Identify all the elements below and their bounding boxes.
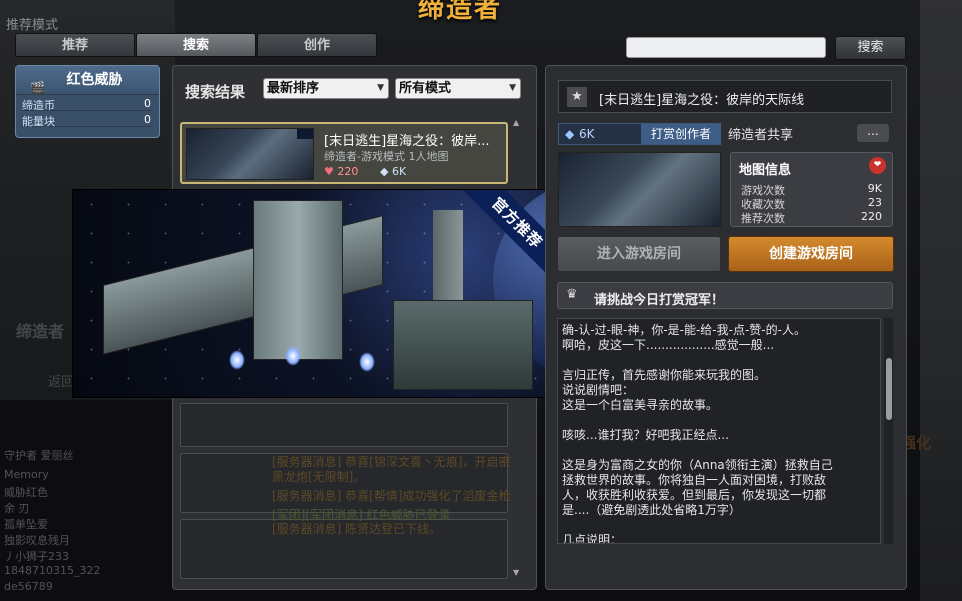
info-value: 220 [861,210,882,223]
resource-card-title: 红色威胁 [66,72,123,88]
preview-thruster [229,350,245,370]
result-likes-value: 220 [337,165,359,178]
map-description: 确-认-过-眼-神，你-是-能-给-我-点-赞-的-人。 啊哈，皮这一下....… [557,318,881,544]
result-tips: ◆ 6K [380,165,406,178]
preview-structure [253,200,343,360]
window-title: 缔造者 [417,0,502,24]
chat-line: [服务器消息] 陈贤达登已下线。 [272,522,442,536]
official-flag-icon [297,129,313,139]
more-button[interactable]: ... [857,124,889,142]
result-thumbnail [186,128,314,180]
map-info-title: 地图信息 [739,163,792,178]
result-item[interactable]: [末日逃生]星海之役：彼岸... 缔造者-游戏模式 1人地图 ♥ 220 ◆ 6… [180,122,508,184]
mode-select-value: 所有模式 [399,81,452,96]
enter-room-button[interactable]: 进入游戏房间 [557,236,721,272]
map-title: [末日逃生]星海之役：彼岸的天际线 [599,93,805,108]
map-title-bar: ★ [末日逃生]星海之役：彼岸的天际线 [558,80,892,113]
chat-line: [服务器消息] 恭喜[帮情]成功强化了滔废金枪 [272,489,511,503]
result-title: [末日逃生]星海之役：彼岸... [324,134,490,149]
result-item-empty[interactable] [180,403,508,447]
map-info-card: 地图信息 ❤ 游戏次数 9K 收藏次数 23 推荐次数 220 [730,152,893,227]
description-line: 啊哈，皮这一下..................感觉一般... [562,338,775,352]
chevron-down-icon: ▼ [509,83,516,93]
resource-card: 🎬 红色威胁 缔造币 0 能量块 0 [15,65,160,138]
resource-row: 缔造币 0 [22,97,153,112]
resource-value: 0 [144,97,151,110]
description-line: 这是一个白富美寻亲的故事。 [562,398,719,412]
challenge-bar[interactable]: ♛ 请挑战今日打赏冠军！ [557,282,893,309]
resource-label: 能量块 [22,115,55,128]
result-tips-value: 6K [391,165,407,178]
search-input[interactable] [626,37,826,58]
corner-label: 推荐模式 [6,18,59,33]
chat-line: 黑龙炮[无限制]。 [272,470,366,484]
tip-box: ◆ 6K 打赏创作者 [558,123,721,145]
favorite-icon[interactable]: ❤ [869,157,886,174]
preview-thruster [285,346,301,366]
resource-value: 0 [144,113,151,126]
scroll-up-icon[interactable]: ▲ [513,118,519,127]
map-thumbnail [558,152,721,227]
challenge-text: 请挑战今日打赏冠军！ [594,293,725,308]
description-scroll-thumb[interactable] [886,358,892,420]
description-line: 是....（避免剧透此处省略1万字） [562,503,741,517]
sort-select[interactable]: 最新排序 ▼ [263,78,389,99]
search-button[interactable]: 搜索 [835,36,906,60]
tip-value: 6K [579,127,595,141]
share-label: 缔造者共享 [728,128,794,143]
preview-structure [433,210,463,300]
gem-icon: ◆ [565,127,575,141]
preview-thruster [359,352,375,372]
tab-create[interactable]: 创作 [257,33,377,57]
resource-label: 缔造币 [22,99,55,112]
resource-row: 能量块 0 [22,113,153,128]
result-likes: ♥ 220 [324,165,358,178]
info-label: 推荐次数 [741,212,785,225]
tab-recommend[interactable]: 推荐 [15,33,135,57]
mode-select[interactable]: 所有模式 ▼ [395,78,521,99]
chevron-down-icon: ▼ [377,83,384,93]
gem-icon: ◆ [380,165,389,178]
info-value: 23 [868,196,882,209]
create-room-button[interactable]: 创建游戏房间 [728,236,894,272]
result-subtitle: 缔造者-游戏模式 1人地图 [324,150,449,163]
description-scrollbar[interactable] [884,318,893,544]
resource-card-header: 🎬 红色威胁 [16,66,159,95]
tip-creator-button[interactable]: 打赏创作者 [641,124,721,144]
scroll-down-icon[interactable]: ▼ [513,568,519,577]
star-icon[interactable]: ★ [567,87,587,107]
map-preview-popup: 官方推荐 [72,189,562,398]
results-label: 搜索结果 [185,83,246,101]
info-value: 9K [867,182,882,195]
heart-icon: ♥ [324,165,334,178]
tab-search[interactable]: 搜索 [136,33,256,57]
description-line: 几点说明： [562,533,623,544]
description-line: 咳咳...谁打我？好吧我正经点... [562,428,729,442]
sort-select-value: 最新排序 [267,81,320,96]
trophy-icon: ♛ [566,287,578,302]
preview-structure [393,300,533,390]
